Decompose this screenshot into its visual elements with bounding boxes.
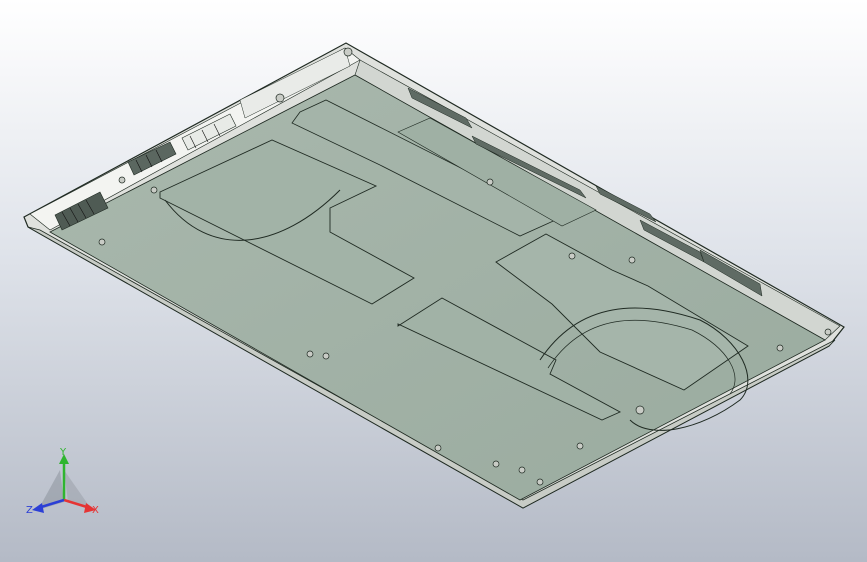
3d-model[interactable] [0, 0, 867, 562]
x-axis-label: X [92, 505, 99, 516]
z-axis-label: Z [26, 505, 33, 516]
view-orientation-triad[interactable]: Y X Z [24, 448, 104, 522]
z-axis-arrow-icon [32, 503, 44, 513]
graphics-viewport[interactable]: Y X Z [0, 0, 867, 562]
y-axis-label: Y [60, 447, 67, 458]
